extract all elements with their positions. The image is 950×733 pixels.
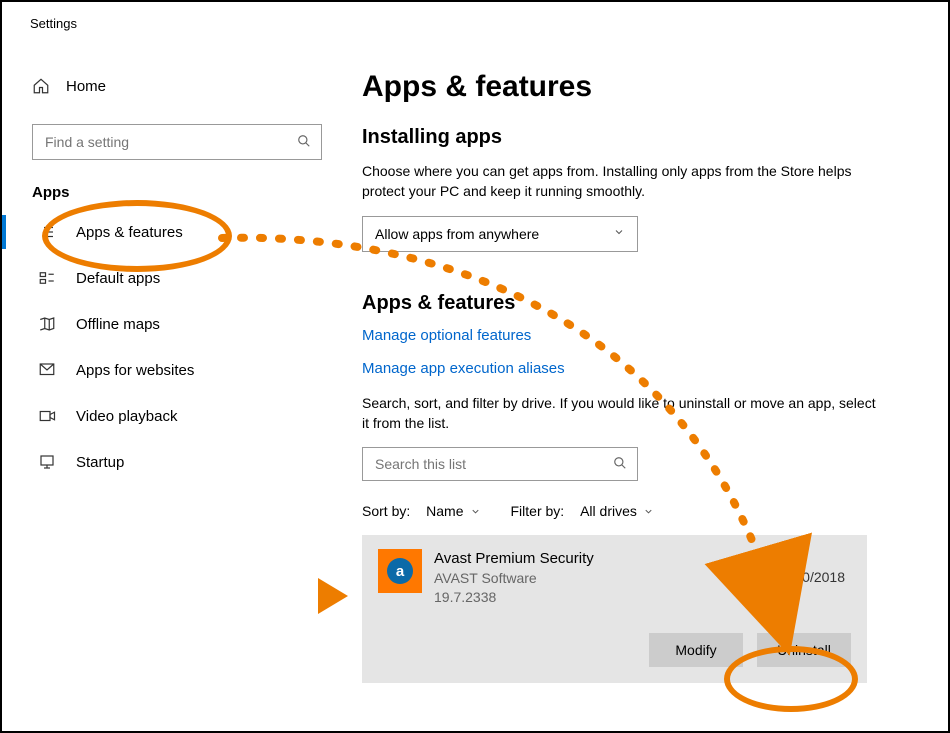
sort-value: Name bbox=[426, 503, 463, 519]
sidebar-item-label: Video playback bbox=[76, 408, 177, 425]
avast-icon: a bbox=[378, 549, 422, 593]
installing-heading: Installing apps bbox=[362, 126, 922, 149]
sidebar-item-label: Apps for websites bbox=[76, 362, 194, 379]
sidebar-item-label: Default apps bbox=[76, 270, 160, 287]
filter-label: Filter by: bbox=[511, 503, 565, 519]
sidebar-item-default-apps[interactable]: Default apps bbox=[32, 255, 322, 301]
sort-label: Sort by: bbox=[362, 503, 410, 519]
search-icon bbox=[297, 134, 311, 151]
dropdown-value: Allow apps from anywhere bbox=[375, 226, 539, 242]
sidebar-item-label: Startup bbox=[76, 454, 124, 471]
installing-desc: Choose where you can get apps from. Inst… bbox=[362, 161, 882, 202]
settings-window: Settings Home Apps Apps & features bbox=[0, 0, 950, 733]
settings-search[interactable] bbox=[32, 124, 322, 160]
modify-button[interactable]: Modify bbox=[649, 633, 743, 667]
video-icon bbox=[38, 407, 56, 425]
sidebar-item-offline-maps[interactable]: Offline maps bbox=[32, 301, 322, 347]
sidebar-item-apps-features[interactable]: Apps & features bbox=[32, 209, 322, 255]
sidebar-item-video-playback[interactable]: Video playback bbox=[32, 393, 322, 439]
map-icon bbox=[38, 315, 56, 333]
websites-icon bbox=[38, 361, 56, 379]
apps-search-input[interactable] bbox=[373, 455, 613, 473]
sidebar-item-startup[interactable]: Startup bbox=[32, 439, 322, 485]
uninstall-button[interactable]: Uninstall bbox=[757, 633, 851, 667]
main-content: Apps & features Installing apps Choose w… bbox=[362, 70, 922, 683]
page-title: Apps & features bbox=[362, 70, 922, 104]
apps-search[interactable] bbox=[362, 447, 638, 481]
list-icon bbox=[38, 223, 56, 241]
app-version: 19.7.2338 bbox=[434, 588, 594, 607]
defaults-icon bbox=[38, 269, 56, 287]
install-source-dropdown[interactable]: Allow apps from anywhere bbox=[362, 216, 638, 252]
sidebar-item-label: Apps & features bbox=[76, 224, 183, 241]
settings-search-input[interactable] bbox=[43, 133, 297, 151]
sidebar: Home Apps Apps & features Default apps bbox=[2, 52, 342, 732]
search-icon bbox=[613, 456, 627, 473]
app-publisher: AVAST Software bbox=[434, 569, 594, 588]
sidebar-item-apps-websites[interactable]: Apps for websites bbox=[32, 347, 322, 393]
app-meta: Avast Premium Security AVAST Software 19… bbox=[434, 549, 594, 607]
sort-filter-bar: Sort by: Name Filter by: All drives bbox=[362, 503, 922, 519]
app-row-avast[interactable]: a Avast Premium Security AVAST Software … bbox=[362, 535, 867, 683]
sidebar-section: Apps bbox=[32, 184, 322, 201]
chevron-down-icon bbox=[643, 506, 654, 517]
filter-value: All drives bbox=[580, 503, 637, 519]
link-optional-features[interactable]: Manage optional features bbox=[362, 327, 922, 344]
window-title: Settings bbox=[30, 16, 77, 31]
sort-control[interactable]: Sort by: Name bbox=[362, 503, 481, 519]
filter-control[interactable]: Filter by: All drives bbox=[511, 503, 654, 519]
app-name: Avast Premium Security bbox=[434, 549, 594, 569]
apps-desc: Search, sort, and filter by drive. If yo… bbox=[362, 393, 882, 434]
nav-home-label: Home bbox=[66, 78, 106, 95]
apps-heading: Apps & features bbox=[362, 292, 922, 315]
chevron-down-icon bbox=[470, 506, 481, 517]
home-icon bbox=[32, 77, 50, 95]
nav-home[interactable]: Home bbox=[32, 62, 322, 110]
startup-icon bbox=[38, 453, 56, 471]
sidebar-item-label: Offline maps bbox=[76, 316, 160, 333]
chevron-down-icon bbox=[613, 226, 625, 241]
link-execution-aliases[interactable]: Manage app execution aliases bbox=[362, 360, 922, 377]
app-date: 0/2018 bbox=[802, 569, 845, 585]
